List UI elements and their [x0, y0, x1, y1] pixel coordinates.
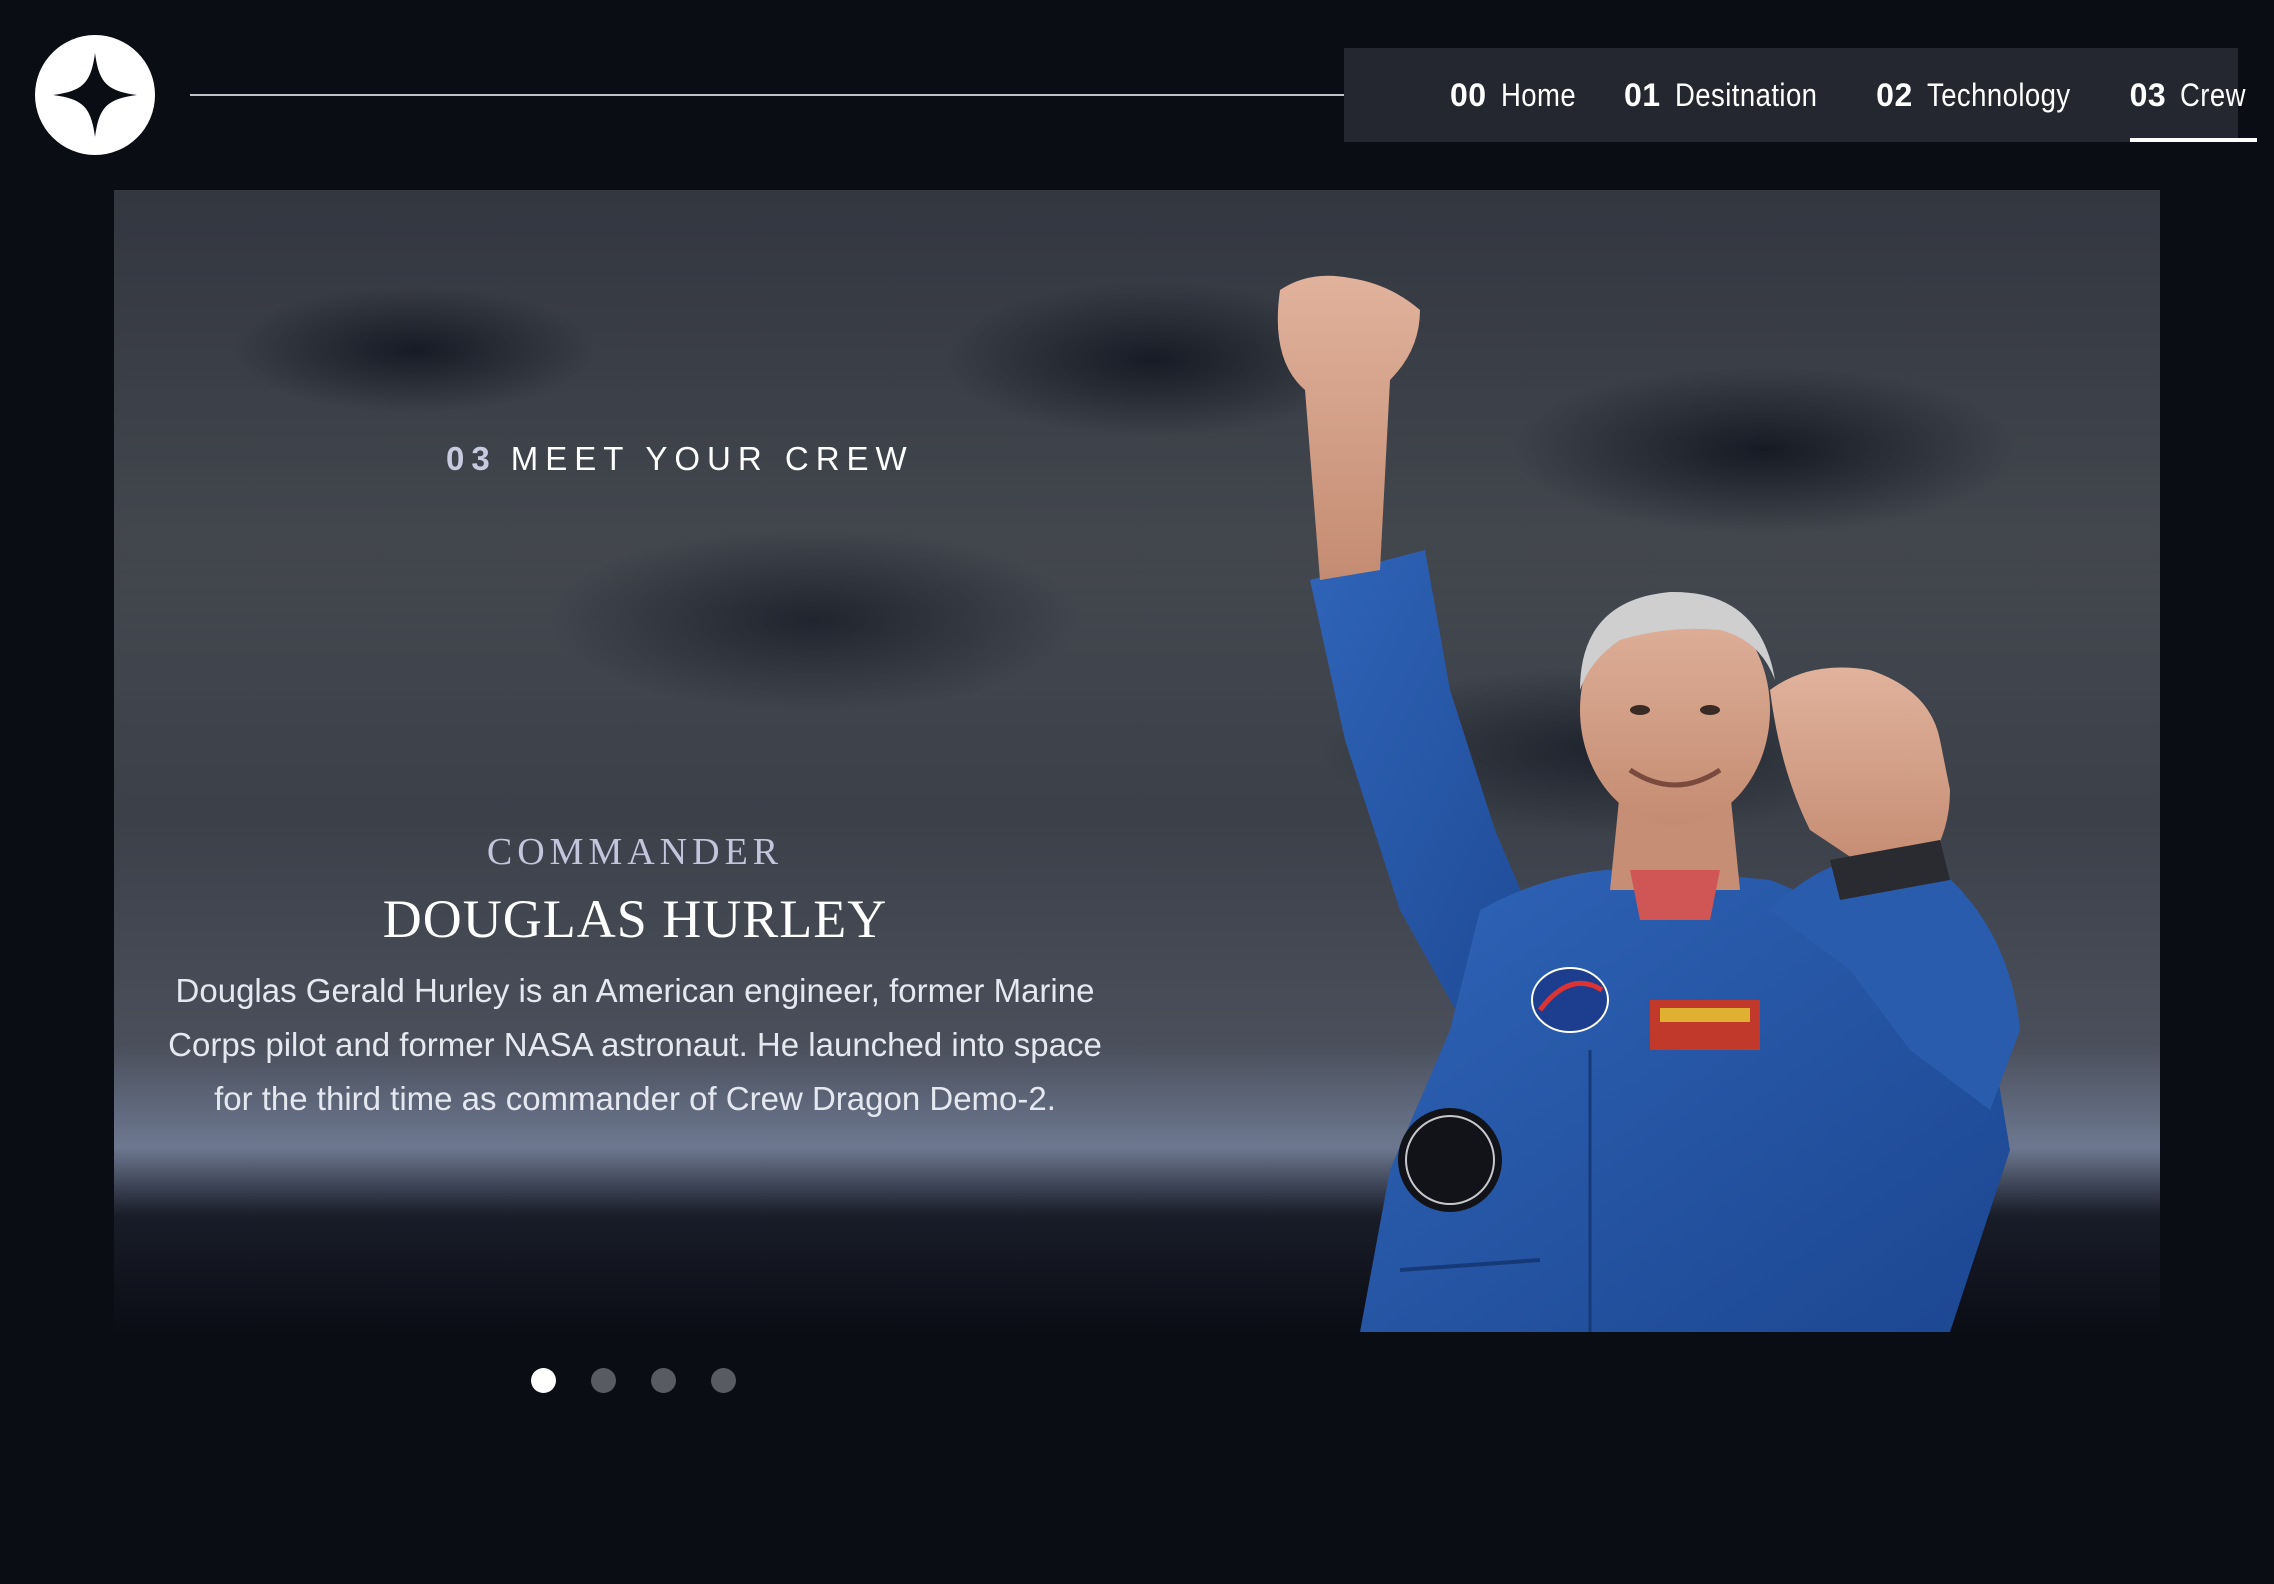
header-divider [190, 94, 1416, 96]
nav-item-destination[interactable]: 01 Desitnation [1624, 48, 1840, 142]
crew-page: 00 Home 01 Desitnation 02 Technology 03 … [0, 0, 2274, 1584]
nav-item-crew[interactable]: 03 Crew [2129, 48, 2258, 142]
slide-dot[interactable] [711, 1368, 736, 1393]
star-icon [53, 53, 137, 137]
nav-item-number: 01 [1623, 76, 1661, 113]
section-heading: 03 MEET YOUR CREW [446, 440, 914, 478]
main-nav: 00 Home 01 Desitnation 02 Technology 03 … [1344, 48, 2258, 142]
section-number: 03 [446, 440, 497, 477]
nav-item-label: Desitnation [1674, 76, 1817, 113]
nav-item-number: 03 [2129, 76, 2167, 113]
astronaut-photo [1277, 275, 2020, 1332]
crew-name: DOUGLAS HURLEY [382, 889, 888, 949]
nav-item-technology[interactable]: 02 Technology [1876, 48, 2093, 142]
crew-role: COMMANDER [486, 831, 784, 873]
slide-dot[interactable] [651, 1368, 676, 1393]
crew-bio: Douglas Gerald Hurley is an American eng… [168, 972, 1102, 1117]
section-title: MEET YOUR CREW [510, 440, 914, 477]
slide-dot[interactable] [591, 1368, 616, 1393]
nav-item-home[interactable]: 00 Home [1450, 48, 1588, 142]
logo[interactable] [35, 35, 155, 155]
crew-pagination [531, 1368, 736, 1393]
slide-dot[interactable] [531, 1368, 556, 1393]
nav-item-number: 00 [1450, 76, 1487, 113]
nav-item-label: Crew [2180, 76, 2247, 113]
nav-item-label: Technology [1926, 76, 2071, 113]
nav-item-label: Home [1500, 76, 1576, 113]
nav-item-number: 02 [1876, 76, 1913, 113]
